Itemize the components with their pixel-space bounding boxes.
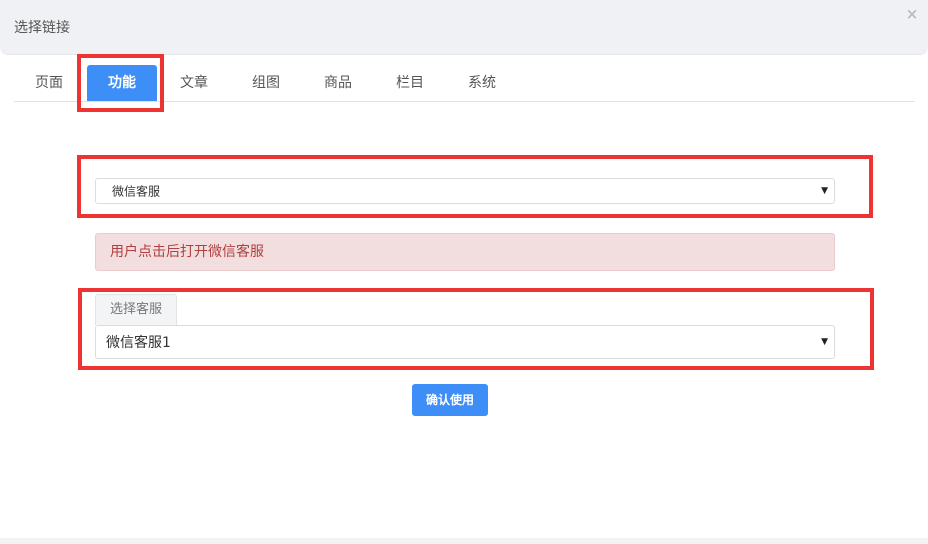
service-select-value: 微信客服1 (106, 335, 171, 351)
caret-down-icon: ▼ (821, 186, 828, 196)
caret-down-icon: ▼ (821, 337, 828, 347)
tab-function[interactable]: 功能 (87, 65, 157, 101)
confirm-button[interactable]: 确认使用 (412, 384, 488, 416)
tab-product[interactable]: 商品 (303, 65, 373, 101)
close-icon[interactable]: × (904, 6, 920, 22)
tab-article[interactable]: 文章 (159, 65, 229, 101)
tab-page[interactable]: 页面 (14, 65, 84, 101)
tab-system[interactable]: 系统 (447, 65, 517, 101)
dialog-header: 选择链接 × (0, 0, 928, 55)
function-select-value: 微信客服 (112, 184, 161, 199)
service-select-label: 选择客服 (95, 294, 177, 325)
select-link-dialog: 选择链接 × 页面 功能 文章 组图 商品 栏目 系统 微信客服 ▼ 用户点击后… (0, 0, 928, 538)
service-select[interactable]: 微信客服1 ▼ (95, 325, 835, 359)
info-alert: 用户点击后打开微信客服 (95, 233, 835, 271)
tab-gallery[interactable]: 组图 (231, 65, 301, 101)
tab-column[interactable]: 栏目 (375, 65, 445, 101)
link-type-tabs: 页面 功能 文章 组图 商品 栏目 系统 (14, 65, 915, 102)
dialog-title: 选择链接 (14, 20, 70, 36)
function-select[interactable]: 微信客服 ▼ (95, 178, 835, 204)
